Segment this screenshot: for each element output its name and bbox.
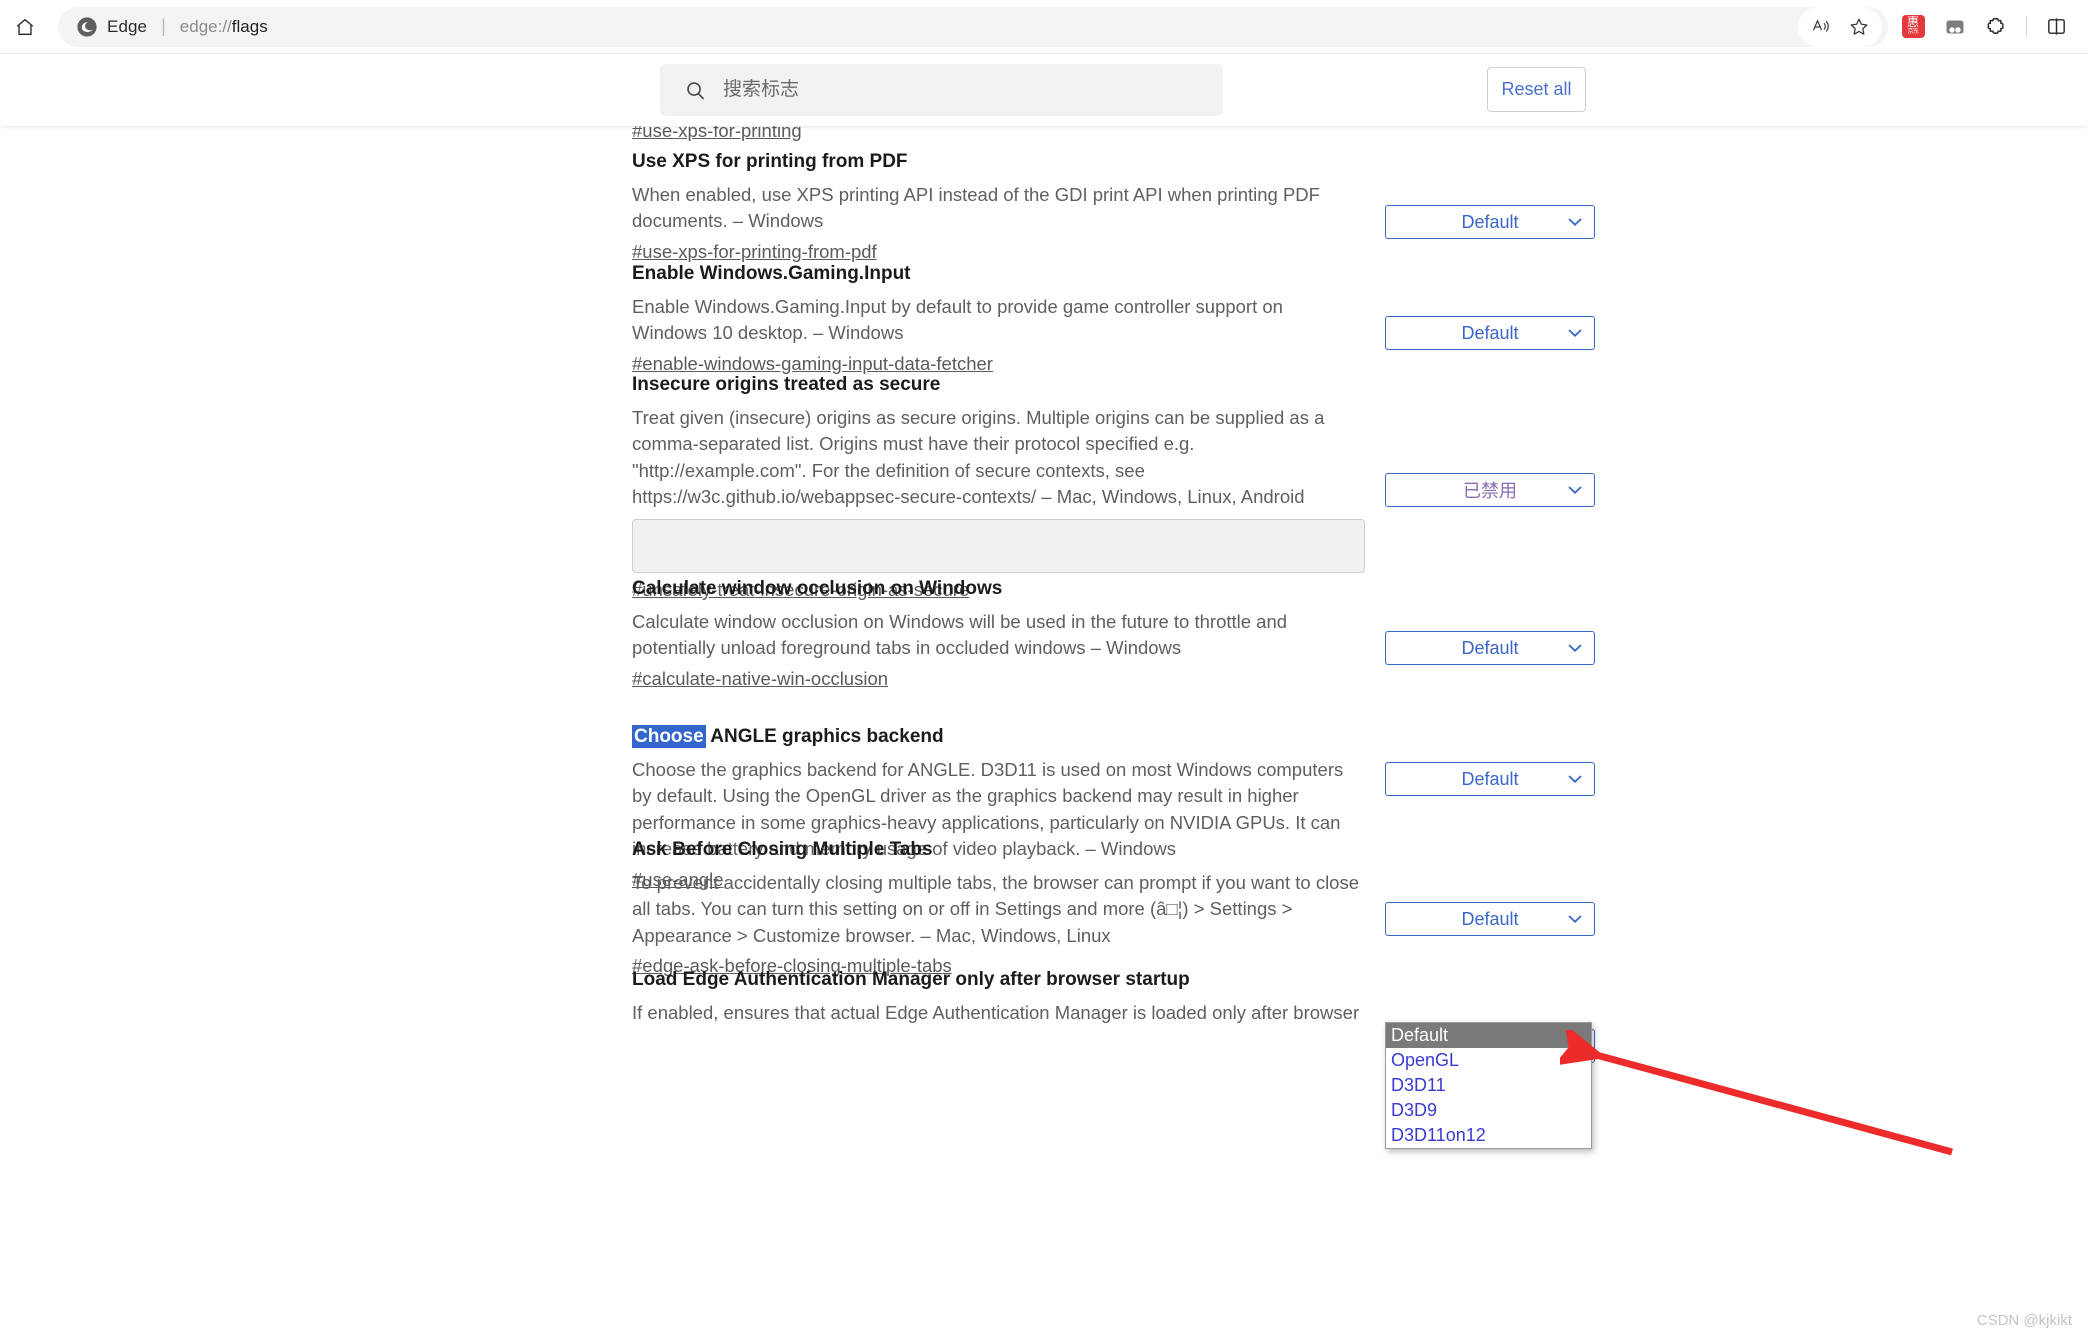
angle-backend-dropdown-list[interactable]: Default OpenGL D3D11 D3D9 D3D11on12 <box>1385 1022 1592 1149</box>
flag-text-block: Calculate window occlusion on Windows Ca… <box>632 577 1362 690</box>
flag-text-block: Enable Windows.Gaming.Input Enable Windo… <box>632 262 1362 375</box>
flag-select-value: Default <box>1461 768 1519 789</box>
read-aloud-icon <box>1812 19 1829 32</box>
collections-button[interactable] <box>1934 8 1976 46</box>
reset-all-button[interactable]: Reset all <box>1487 67 1586 112</box>
address-bar-separator: | <box>161 16 166 36</box>
address-bar-content[interactable]: Edge | edge://flags <box>76 16 1798 38</box>
extensions-puzzle-icon <box>1987 17 2004 34</box>
flag-title-rest: ANGLE graphics backend <box>705 726 944 747</box>
dropdown-option-default[interactable]: Default <box>1386 1023 1591 1048</box>
search-input[interactable] <box>721 78 1201 102</box>
flag-text-block: Use XPS for printing from PDF When enabl… <box>632 150 1362 263</box>
edge-logo-icon <box>77 16 97 37</box>
flag-title: Use XPS for printing from PDF <box>632 151 908 172</box>
flag-title: Ask Before Closing Multiple Tabs <box>632 839 933 860</box>
flag-select-value: 已禁用 <box>1463 481 1517 501</box>
flag-select-value: Default <box>1461 211 1519 232</box>
flag-title: Choose ANGLE graphics backend <box>632 725 1362 749</box>
star-favorite-icon <box>1850 18 1868 35</box>
flag-text-block: Ask Before Closing Multiple Tabs To prev… <box>632 838 1362 977</box>
flag-title: Load Edge Authentication Manager only af… <box>632 969 1190 990</box>
csdn-watermark: CSDN @kjkikt <box>1976 1312 2072 1329</box>
flag-select-use-angle[interactable]: Default <box>1385 762 1595 796</box>
flag-select-unsafely-treat-insecure-origin-as-secure[interactable]: 已禁用 <box>1385 473 1595 507</box>
add-favorite-button[interactable] <box>1840 10 1878 44</box>
flag-select-value: Default <box>1461 637 1519 658</box>
flag-select-edge-ask-before-closing-multiple-tabs[interactable]: Default <box>1385 902 1595 936</box>
flag-permalink[interactable]: #enable-windows-gaming-input-data-fetche… <box>632 353 993 375</box>
flag-entry-load-edge-auth-manager: Load Edge Authentication Manager only af… <box>632 968 1632 1026</box>
flag-title: Enable Windows.Gaming.Input <box>632 263 911 284</box>
address-bar-url: edge://flags <box>180 17 268 37</box>
dropdown-option-d3d11on12[interactable]: D3D11on12 <box>1386 1123 1591 1148</box>
home-button[interactable] <box>2 4 48 50</box>
flag-permalink[interactable]: #use-xps-for-printing <box>632 126 802 142</box>
flag-description: Enable Windows.Gaming.Input by default t… <box>632 295 1283 344</box>
dropdown-option-opengl[interactable]: OpenGL <box>1386 1048 1591 1073</box>
flag-select-use-xps-for-printing-from-pdf[interactable]: Default <box>1385 205 1595 239</box>
flag-text-block: documents. – Windows #use-xps-for-printi… <box>632 126 1362 142</box>
toolbar-divider <box>2026 15 2027 38</box>
read-aloud-button[interactable] <box>1802 10 1840 44</box>
address-bar-actions <box>1798 6 1882 47</box>
dropdown-option-d3d9[interactable]: D3D9 <box>1386 1098 1591 1123</box>
toolbar-right-actions: 惠 京东 <box>1892 8 2087 46</box>
flag-select-calculate-native-win-occlusion[interactable]: Default <box>1385 631 1595 665</box>
jd-extension-button[interactable]: 惠 京东 <box>1892 8 1934 46</box>
collections-icon <box>1946 20 1964 33</box>
flag-text-block: Insecure origins treated as secure Treat… <box>632 373 1365 601</box>
flag-text-block: Load Edge Authentication Manager only af… <box>632 968 1362 1026</box>
jd-extension-glyph: 惠 <box>1906 15 1919 29</box>
flag-title-highlight: Choose <box>632 725 706 748</box>
flag-permalink[interactable]: #use-xps-for-printing-from-pdf <box>632 241 877 263</box>
browser-toolbar: Edge | edge://flags 惠 京东 <box>0 0 2088 54</box>
flag-select-value: Default <box>1461 908 1519 929</box>
url-host: edge:// <box>179 16 232 36</box>
split-screen-icon <box>2047 18 2065 35</box>
flag-description: If enabled, ensures that actual Edge Aut… <box>632 1001 1360 1023</box>
search-flags-container[interactable] <box>660 64 1223 116</box>
flag-title: Calculate window occlusion on Windows <box>632 578 1003 599</box>
flag-description: To prevent accidentally closing multiple… <box>632 871 1360 946</box>
flag-description: Treat given (insecure) origins as secure… <box>632 406 1325 508</box>
extensions-button[interactable] <box>1976 8 2018 46</box>
flag-select-enable-windows-gaming-input[interactable]: Default <box>1385 316 1595 350</box>
flag-entry-use-xps-for-printing: documents. – Windows #use-xps-for-printi… <box>632 126 1632 142</box>
flag-title: Insecure origins treated as secure <box>632 374 941 395</box>
home-icon <box>16 18 34 35</box>
browser-brand-label: Edge <box>107 16 148 36</box>
address-bar[interactable]: Edge | edge://flags <box>58 6 1888 47</box>
flag-select-value: Default <box>1461 322 1519 343</box>
jd-extension-sub: 京东 <box>1907 27 1919 35</box>
jd-extension-icon: 惠 京东 <box>1901 15 1925 38</box>
dropdown-option-d3d11[interactable]: D3D11 <box>1386 1073 1591 1098</box>
flag-description: Calculate window occlusion on Windows wi… <box>632 610 1288 659</box>
flag-description: When enabled, use XPS printing API inste… <box>632 183 1320 232</box>
flags-list: documents. – Windows #use-xps-for-printi… <box>0 126 2088 1339</box>
flag-permalink[interactable]: #calculate-native-win-occlusion <box>632 668 888 690</box>
flags-header-bar: Reset all <box>0 54 2088 126</box>
split-screen-button[interactable] <box>2035 8 2077 46</box>
search-icon <box>687 81 704 99</box>
url-path: flags <box>231 16 268 36</box>
insecure-origins-textarea[interactable] <box>632 518 1365 573</box>
